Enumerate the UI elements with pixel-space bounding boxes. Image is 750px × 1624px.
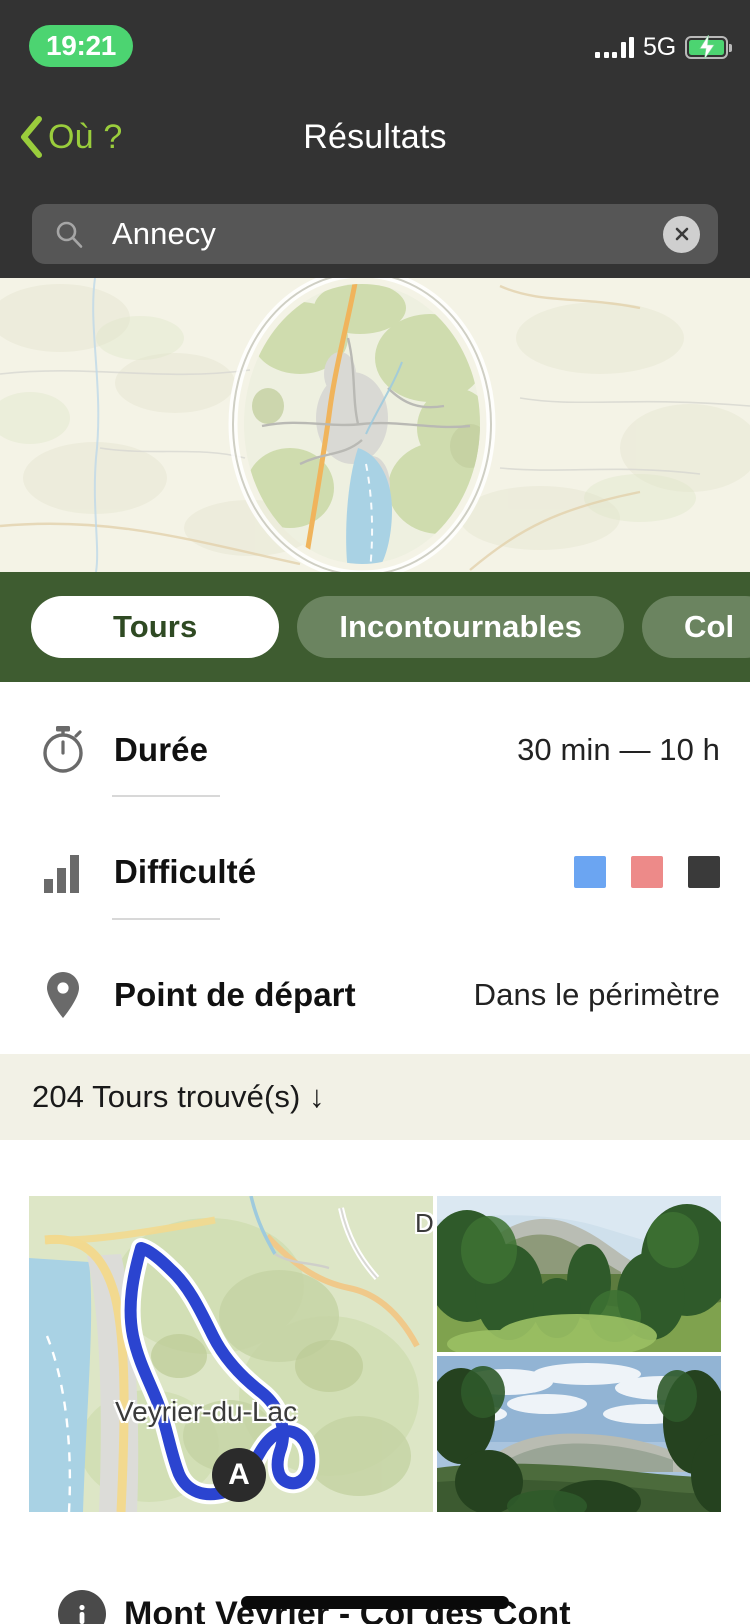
difficulty-swatches (574, 856, 720, 888)
category-tabs: Tours Incontournables Col (0, 572, 750, 682)
tab-col[interactable]: Col (641, 596, 750, 658)
result-photo-2 (437, 1356, 721, 1512)
map-pin-icon (34, 971, 92, 1019)
filter-label-difficulte: Difficulté (114, 853, 257, 890)
search-icon (56, 221, 83, 248)
filter-row-difficulte[interactable]: Difficulté (0, 831, 750, 913)
filter-list: Durée 30 min — 10 h Difficulté Point de … (0, 682, 750, 1054)
home-indicator (241, 1596, 509, 1609)
difficulty-swatch-medium (631, 856, 663, 888)
nav-bar: Où ? Résultats (0, 86, 750, 196)
page-title: Résultats (303, 118, 447, 156)
results-count-label: 204 Tours trouvé(s) ↓ (32, 1079, 325, 1114)
result-photo-stack (437, 1196, 721, 1512)
search-field[interactable]: Annecy (32, 204, 718, 264)
signal-bars-icon (595, 36, 635, 58)
results-list: Veyrier-du-Lac D A Mont Veyrier - Col de… (0, 1140, 750, 1624)
tab-incontournables[interactable]: Incontournables (297, 596, 624, 658)
filter-value-duree: 30 min — 10 h (517, 732, 720, 767)
route-map-partial-label: D (415, 1208, 433, 1238)
battery-charging-icon (685, 35, 732, 59)
search-input[interactable]: Annecy (112, 216, 663, 252)
status-time: 19:21 (29, 25, 133, 67)
filter-divider-2 (112, 918, 220, 920)
clear-search-button[interactable] (663, 215, 700, 253)
filter-divider-1 (112, 795, 220, 797)
header: 19:21 5G Où ? Résultats Annecy (0, 0, 750, 278)
result-photo-1 (437, 1196, 721, 1352)
stopwatch-icon (34, 725, 92, 775)
filter-row-duree[interactable]: Durée 30 min — 10 h (0, 709, 750, 791)
filter-label-point-de-depart: Point de départ (114, 976, 356, 1013)
difficulty-swatch-easy (574, 856, 606, 888)
route-start-marker: A (212, 1448, 266, 1502)
status-indicators: 5G (595, 30, 732, 64)
map-tiles (0, 278, 750, 572)
result-route-map: Veyrier-du-Lac D A (29, 1196, 433, 1512)
network-label: 5G (643, 32, 676, 61)
filter-label-duree: Durée (114, 731, 209, 768)
info-icon (58, 1590, 106, 1624)
filter-row-point-de-depart[interactable]: Point de départ Dans le périmètre (0, 954, 750, 1036)
result-card[interactable]: Veyrier-du-Lac D A Mont Veyrier - Col de… (29, 1196, 721, 1624)
result-card-media: Veyrier-du-Lac D A (29, 1196, 721, 1512)
radius-map[interactable]: Rumilly © OSM 10 km (0, 278, 750, 572)
filter-value-point-de-depart: Dans le périmètre (473, 977, 720, 1012)
tab-tours[interactable]: Tours (31, 596, 280, 658)
route-map-place-label: Veyrier-du-Lac (115, 1396, 298, 1427)
clear-circle-icon (675, 227, 688, 241)
status-bar: 19:21 5G (0, 0, 750, 86)
results-count-bar[interactable]: 204 Tours trouvé(s) ↓ (0, 1054, 750, 1140)
app-root: 19:21 5G Où ? Résultats Annecy Tours Inc… (0, 0, 750, 1624)
bar-chart-icon (34, 851, 92, 893)
bolt-icon (698, 35, 715, 59)
difficulty-swatch-hard (688, 856, 720, 888)
